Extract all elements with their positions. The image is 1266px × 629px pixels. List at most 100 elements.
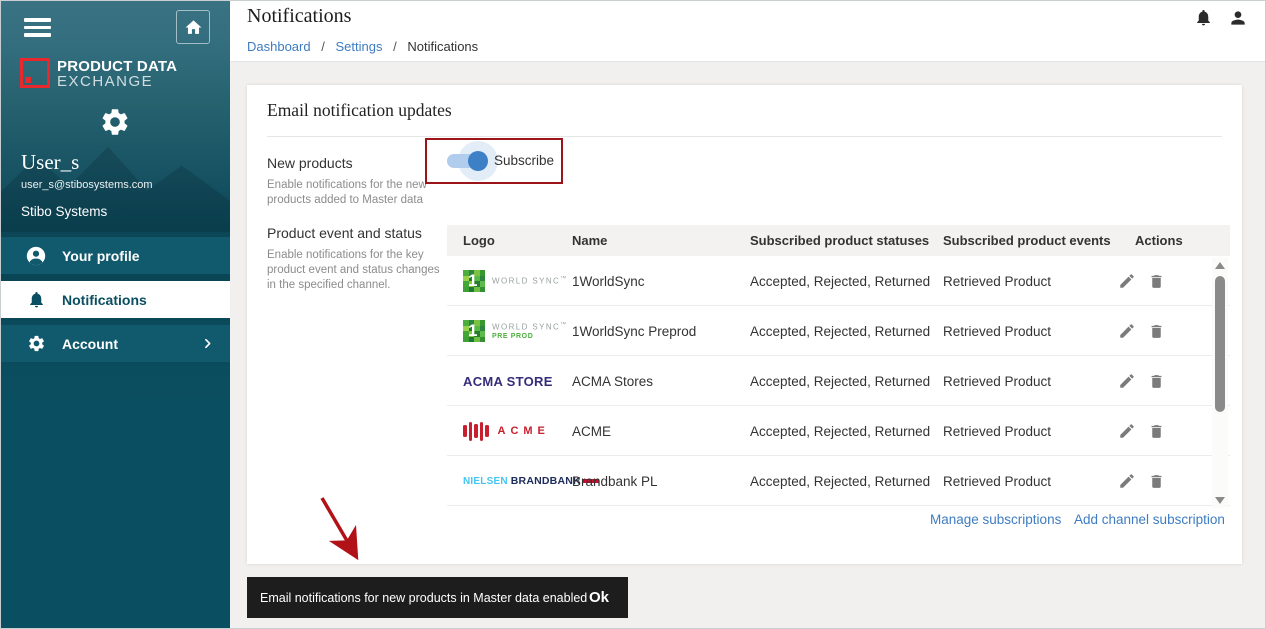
page-header: Notifications Dashboard / Settings / Not… <box>230 0 1266 62</box>
breadcrumb-separator: / <box>393 39 397 54</box>
sidebar-item-label: Notifications <box>62 292 147 308</box>
column-header-name: Name <box>572 225 607 256</box>
subscribed-statuses: Accepted, Rejected, Returned <box>750 356 930 406</box>
delete-icon[interactable] <box>1148 373 1165 390</box>
sidebar-menu: Your profile Notifications Account <box>0 237 230 369</box>
account-gear-icon <box>25 333 47 355</box>
delete-icon[interactable] <box>1148 273 1165 290</box>
channel-name: ACME <box>572 406 611 456</box>
sidebar-item-your-profile[interactable]: Your profile <box>0 237 230 274</box>
vertical-scrollbar[interactable] <box>1212 258 1228 508</box>
setting-label: Product event and status <box>267 225 445 241</box>
add-channel-subscription-link[interactable]: Add channel subscription <box>1074 512 1225 527</box>
page-title: Notifications <box>247 5 351 28</box>
user-email: user_s@stibosystems.com <box>21 179 153 191</box>
setting-description: Enable notifications for the new product… <box>267 178 445 208</box>
breadcrumb-settings[interactable]: Settings <box>335 39 382 54</box>
table-row: ACME ACME Accepted, Rejected, Returned R… <box>447 406 1230 456</box>
delete-icon[interactable] <box>1148 323 1165 340</box>
scroll-down-arrow[interactable] <box>1215 497 1225 504</box>
subscriptions-table: Logo Name Subscribed product statuses Su… <box>447 225 1230 506</box>
subscribed-events: Retrieved Product <box>943 256 1051 306</box>
table-row: ACMA STORE ACMA Stores Accepted, Rejecte… <box>447 356 1230 406</box>
table-row: NIELSENBRANDBANK Brandbank PL Accepted, … <box>447 456 1230 506</box>
channel-logo: ACMA STORE <box>463 356 553 406</box>
bell-icon <box>25 289 47 311</box>
chevron-right-icon <box>201 337 214 350</box>
row-actions <box>1118 456 1165 506</box>
subscribed-statuses: Accepted, Rejected, Returned <box>750 406 930 456</box>
toast-message: Email notifications for new products in … <box>260 591 587 605</box>
subscribed-events: Retrieved Product <box>943 356 1051 406</box>
row-actions <box>1118 256 1165 306</box>
manage-subscriptions-link[interactable]: Manage subscriptions <box>930 512 1061 527</box>
toggle-knob <box>468 151 488 171</box>
subscribed-events: Retrieved Product <box>943 406 1051 456</box>
subscribe-toggle[interactable] <box>427 140 497 182</box>
sidebar-item-notifications[interactable]: Notifications <box>0 281 230 318</box>
breadcrumb-separator: / <box>321 39 325 54</box>
sidebar: PRODUCT DATA EXCHANGE User_s user_s@stib… <box>0 0 230 629</box>
channel-logo: 1WORLD SYNC™PRE PROD <box>463 306 566 356</box>
column-header-statuses: Subscribed product statuses <box>750 225 929 256</box>
brand-mark-icon <box>20 58 50 88</box>
home-button[interactable] <box>176 10 210 44</box>
header-bell-icon[interactable] <box>1194 8 1213 27</box>
channel-name: 1WorldSync <box>572 256 645 306</box>
profile-icon <box>25 245 47 267</box>
column-header-logo: Logo <box>463 225 495 256</box>
channel-name: Brandbank PL <box>572 456 658 506</box>
subscribe-toggle-label: Subscribe <box>494 153 554 168</box>
user-name: User_s <box>21 150 79 175</box>
subscribed-statuses: Accepted, Rejected, Returned <box>750 306 930 356</box>
breadcrumb-dashboard[interactable]: Dashboard <box>247 39 311 54</box>
settings-gear-icon[interactable] <box>99 106 131 138</box>
breadcrumb: Dashboard / Settings / Notifications <box>247 39 478 54</box>
edit-icon[interactable] <box>1118 272 1136 290</box>
edit-icon[interactable] <box>1118 422 1136 440</box>
channel-name: ACMA Stores <box>572 356 653 406</box>
home-icon <box>184 18 203 37</box>
brand-line2: EXCHANGE <box>57 74 177 90</box>
app-window: PRODUCT DATA EXCHANGE User_s user_s@stib… <box>0 0 1266 629</box>
edit-icon[interactable] <box>1118 322 1136 340</box>
header-user-icon[interactable] <box>1228 8 1248 28</box>
table-header: Logo Name Subscribed product statuses Su… <box>447 225 1230 256</box>
channel-logo: 1WORLD SYNC™ <box>463 256 566 306</box>
table-body: 1WORLD SYNC™ 1WorldSync Accepted, Reject… <box>447 256 1230 506</box>
delete-icon[interactable] <box>1148 473 1165 490</box>
setting-new-products: New products Enable notifications for th… <box>267 155 445 208</box>
row-actions <box>1118 406 1165 456</box>
divider <box>267 136 1222 137</box>
annotation-highlight-box: Subscribe <box>425 138 563 184</box>
subscribed-statuses: Accepted, Rejected, Returned <box>750 256 930 306</box>
edit-icon[interactable] <box>1118 372 1136 390</box>
breadcrumb-current: Notifications <box>407 39 478 54</box>
section-title: Email notification updates <box>267 100 452 121</box>
setting-label: New products <box>267 155 445 171</box>
brand-logo: PRODUCT DATA EXCHANGE <box>20 58 177 90</box>
sidebar-item-label: Your profile <box>62 248 140 264</box>
toast-notification: Email notifications for new products in … <box>247 577 628 618</box>
setting-description: Enable notifications for the key product… <box>267 248 445 293</box>
scroll-thumb[interactable] <box>1215 276 1225 412</box>
row-actions <box>1118 356 1165 406</box>
sidebar-item-account[interactable]: Account <box>0 325 230 362</box>
edit-icon[interactable] <box>1118 472 1136 490</box>
column-header-events: Subscribed product events <box>943 225 1111 256</box>
delete-icon[interactable] <box>1148 423 1165 440</box>
subscribed-events: Retrieved Product <box>943 456 1051 506</box>
table-row: 1WORLD SYNC™PRE PROD 1WorldSync Preprod … <box>447 306 1230 356</box>
hamburger-menu-icon[interactable] <box>24 18 51 38</box>
setting-product-event-status: Product event and status Enable notifica… <box>267 225 445 293</box>
sidebar-item-label: Account <box>62 336 118 352</box>
subscribed-events: Retrieved Product <box>943 306 1051 356</box>
row-actions <box>1118 306 1165 356</box>
table-row: 1WORLD SYNC™ 1WorldSync Accepted, Reject… <box>447 256 1230 306</box>
subscribed-statuses: Accepted, Rejected, Returned <box>750 456 930 506</box>
company-name: Stibo Systems <box>21 204 107 219</box>
scroll-up-arrow[interactable] <box>1215 262 1225 269</box>
channel-logo: ACME <box>463 406 550 456</box>
column-header-actions: Actions <box>1135 225 1183 256</box>
toast-ok-button[interactable]: Ok <box>589 589 609 606</box>
